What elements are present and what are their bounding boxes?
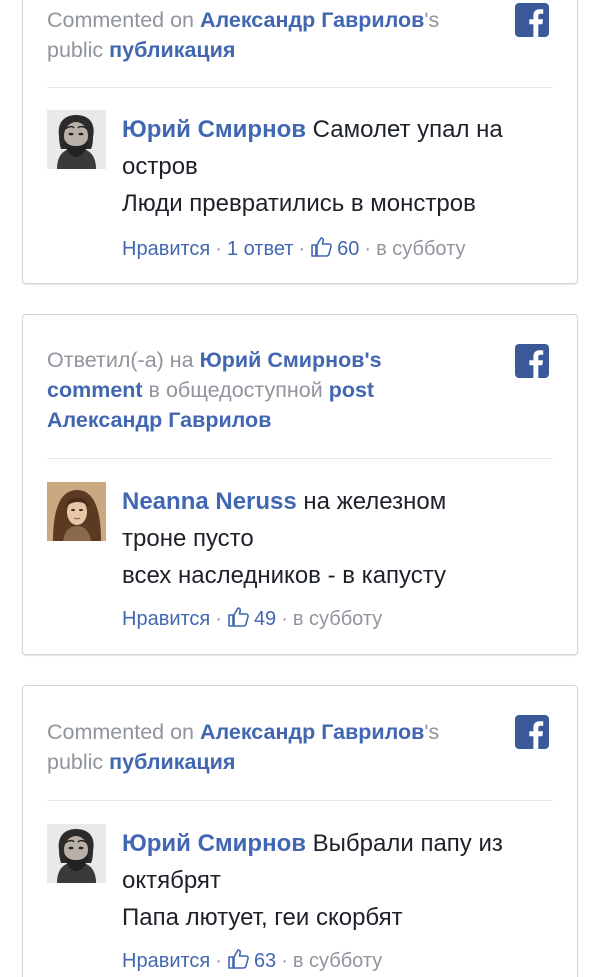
comment-body: Neanna Neruss на железном троне пусто вс… — [122, 483, 552, 594]
comment-text-line: Люди превратились в монстров — [122, 190, 476, 217]
facebook-icon[interactable] — [515, 344, 549, 378]
timestamp: в субботу — [292, 950, 383, 972]
comment-text-line: троне пусто — [122, 525, 254, 552]
timestamp: в субботу — [376, 238, 466, 260]
thumbs-up-icon — [227, 947, 251, 977]
comment-text-line: Самолет упал на — [312, 116, 503, 143]
comment-author-link[interactable]: Neanna Neruss — [122, 488, 297, 515]
header-prefix: Ответил(-а) на — [47, 348, 200, 372]
header-line2-text: в общедоступной — [142, 378, 329, 402]
comment-text-line: Папа лютует, геи скорбят — [122, 904, 403, 931]
comment-text-line: Выбрали папу из — [312, 830, 503, 857]
comment-text-line: на железном — [303, 488, 447, 515]
post-link[interactable]: post — [329, 378, 374, 402]
facebook-icon[interactable] — [515, 715, 549, 749]
like-count[interactable]: 49 — [254, 608, 276, 630]
header-name-link[interactable]: Юрий Смирнов's — [200, 348, 382, 372]
activity-card: Commented on Александр Гаврилов's public… — [22, 685, 578, 977]
facebook-icon[interactable] — [515, 3, 549, 37]
comment-author-link[interactable]: Юрий Смирнов — [122, 830, 306, 857]
like-link[interactable]: Нравится — [122, 238, 210, 260]
comment-link[interactable]: comment — [47, 378, 143, 402]
avatar[interactable] — [47, 824, 106, 883]
activity-card: Commented on Александр Гаврилов's public… — [22, 0, 578, 284]
activity-header: Commented on Александр Гаврилов's public… — [47, 5, 487, 65]
avatar[interactable] — [47, 482, 106, 541]
comment-author-link[interactable]: Юрий Смирнов — [122, 116, 306, 143]
comment-text-line: октябрят — [122, 867, 221, 894]
thumbs-up-icon — [227, 605, 251, 637]
header-suffix: 's — [424, 720, 440, 744]
activity-card: Ответил(-а) на Юрий Смирнов's comment в … — [22, 314, 578, 655]
thumbs-up-icon — [310, 235, 334, 267]
header-prefix: Commented on — [47, 720, 200, 744]
activity-header: Commented on Александр Гаврилов's public… — [47, 717, 487, 777]
comment-body: Юрий Смирнов Выбрали папу из октябрят Па… — [122, 825, 552, 936]
comment-meta: Нравится · 49 · в субботу — [122, 605, 382, 637]
comment-text-line: всех наследников - в капусту — [122, 562, 447, 589]
avatar[interactable] — [47, 110, 106, 169]
comment-meta: Нравится · 63 · в субботу — [122, 947, 382, 977]
like-link[interactable]: Нравится — [122, 950, 210, 972]
divider — [47, 800, 553, 801]
post-owner-link[interactable]: Александр Гаврилов — [47, 408, 271, 432]
comment-text-line: остров — [122, 153, 198, 180]
header-prefix: Commented on — [47, 8, 200, 32]
header-line2-prefix: public — [47, 38, 110, 62]
post-link[interactable]: публикация — [109, 750, 235, 774]
replies-link[interactable]: 1 ответ — [227, 238, 294, 260]
divider — [47, 87, 553, 88]
header-line2-prefix: public — [47, 750, 110, 774]
like-count[interactable]: 63 — [254, 950, 276, 972]
timestamp: в субботу — [292, 608, 383, 630]
divider — [47, 458, 553, 459]
post-link[interactable]: публикация — [109, 38, 235, 62]
comment-body: Юрий Смирнов Самолет упал на остров Люди… — [122, 111, 552, 222]
like-count[interactable]: 60 — [337, 238, 359, 260]
header-name-link[interactable]: Александр Гаврилов — [200, 8, 424, 32]
header-name-link[interactable]: Александр Гаврилов — [200, 720, 424, 744]
comment-meta: Нравится · 1 ответ · 60 · в субботу — [122, 235, 465, 267]
activity-header: Ответил(-а) на Юрий Смирнов's comment в … — [47, 345, 487, 435]
like-link[interactable]: Нравится — [122, 608, 210, 630]
header-suffix: 's — [424, 8, 440, 32]
